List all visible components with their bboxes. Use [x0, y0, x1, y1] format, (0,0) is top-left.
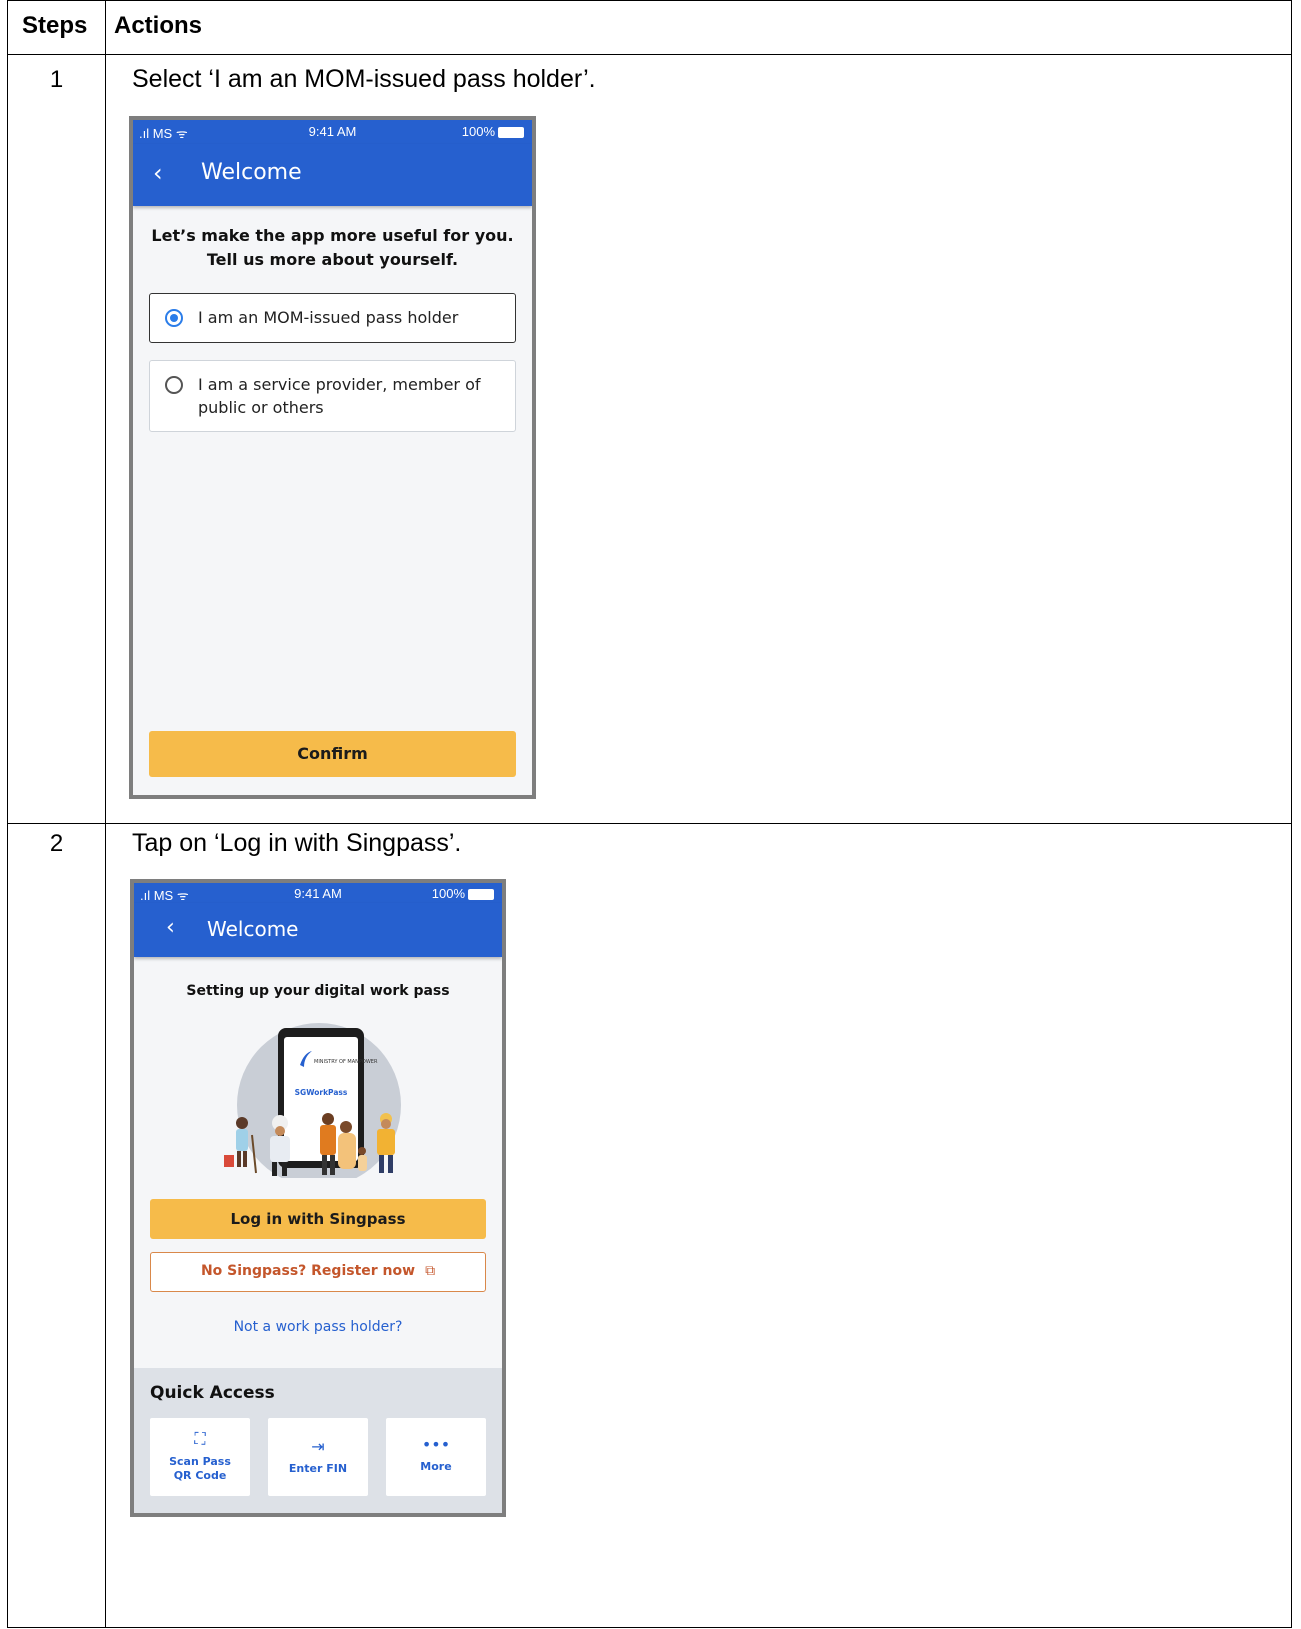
app-bar-title: Welcome [201, 160, 302, 185]
app-bar-title: Welcome [207, 917, 299, 941]
radio-unselected-icon[interactable] [165, 376, 183, 394]
setup-subtitle: Setting up your digital work pass [186, 983, 450, 999]
register-singpass-button[interactable]: No Singpass? Register now ⧉ [150, 1252, 486, 1292]
column-divider [105, 1, 106, 1627]
intro-line-2: Tell us more about yourself. [206, 250, 459, 269]
work-pass-illustration: MINISTRY OF MANPOWER SGWorkPass [224, 1023, 401, 1178]
header-divider [8, 54, 1291, 55]
step-1-instruction: Select ‘I am an MOM-issued pass holder’. [132, 65, 596, 93]
battery-indicator: 100% [462, 124, 524, 139]
login-singpass-button[interactable]: Log in with Singpass [150, 1199, 486, 1239]
radio-selected-icon[interactable] [165, 309, 183, 327]
app-bar: ‹ Welcome [134, 903, 502, 957]
more-icon: ••• [421, 1435, 451, 1454]
scan-qr-icon: ⛶ [194, 1429, 206, 1448]
confirm-button[interactable]: Confirm [149, 731, 516, 777]
more-label: More [420, 1460, 452, 1473]
app-bar: ‹ Welcome [133, 144, 532, 206]
enter-fin-label: Enter FIN [288, 1462, 348, 1475]
scan-pass-qr-tile[interactable]: ⛶ Scan Pass QR Code [150, 1418, 250, 1496]
external-link-icon: ⧉ [425, 1263, 436, 1279]
enter-fin-icon: ⇥ [311, 1437, 325, 1456]
header-steps: Steps [22, 12, 88, 39]
enter-fin-tile[interactable]: ⇥ Enter FIN [268, 1418, 368, 1496]
option-pass-holder[interactable]: I am an MOM-issued pass holder [149, 293, 516, 343]
row-divider [8, 823, 1291, 824]
quick-access-panel: Quick Access ⛶ Scan Pass QR Code ⇥ Enter… [134, 1368, 502, 1513]
phone-screenshot-1: .ıl MS ᯤ 9:41 AM 100% ‹ Welcome Let’s ma… [129, 116, 536, 799]
back-arrow-icon[interactable]: ‹ [153, 159, 163, 187]
step-number-2: 2 [49, 830, 64, 857]
step-number-1: 1 [49, 66, 64, 93]
scan-pass-qr-label: Scan Pass QR Code [169, 1455, 231, 1482]
intro-line-1: Let’s make the app more useful for you. [151, 226, 514, 245]
status-bar: .ıl MS ᯤ 9:41 AM 100% [133, 120, 532, 144]
header-actions: Actions [114, 12, 203, 39]
register-singpass-label: No Singpass? Register now [200, 1263, 416, 1279]
sgworkpass-label: SGWorkPass [295, 1088, 348, 1097]
battery-icon [468, 889, 494, 901]
not-work-pass-holder-link[interactable]: Not a work pass holder? [134, 1319, 502, 1335]
battery-indicator: 100% [432, 886, 494, 901]
more-tile[interactable]: ••• More [386, 1418, 486, 1496]
mom-logo-text: MINISTRY OF MANPOWER [314, 1059, 378, 1065]
phone-screenshot-2: .ıl MS ᯤ 9:41 AM 100% ‹ Welcome Setting … [130, 879, 506, 1517]
step-2-instruction: Tap on ‘Log in with Singpass’. [132, 829, 462, 857]
option-pass-holder-label: I am an MOM-issued pass holder [198, 308, 459, 327]
status-bar: .ıl MS ᯤ 9:41 AM 100% [134, 883, 502, 903]
option-service-provider-label: I am a service provider, member of publi… [198, 375, 481, 417]
quick-access-title: Quick Access [150, 1383, 275, 1403]
option-service-provider[interactable]: I am a service provider, member of publi… [149, 360, 516, 432]
back-arrow-icon[interactable]: ‹ [166, 915, 175, 940]
battery-icon [498, 127, 524, 139]
